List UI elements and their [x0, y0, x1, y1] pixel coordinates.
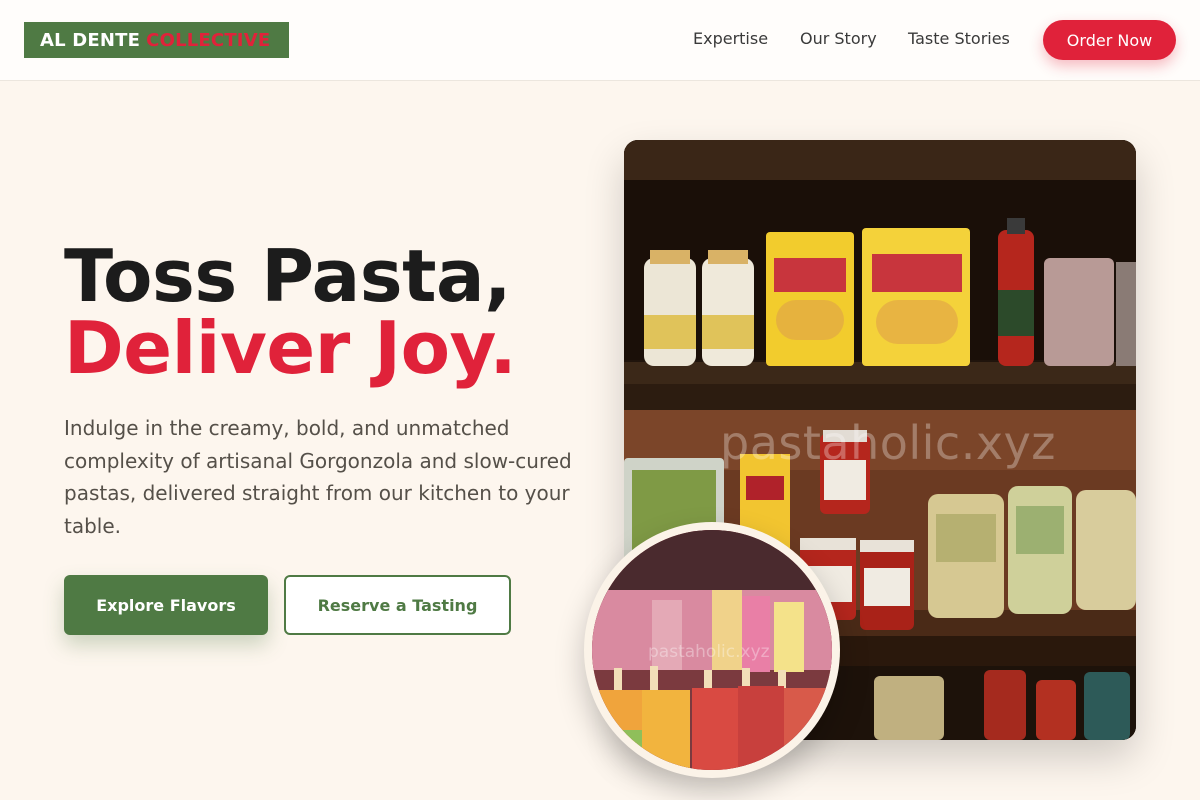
nav-link-taste-stories[interactable]: Taste Stories	[908, 29, 1010, 48]
brand-logo[interactable]: AL DENTE COLLECTIVE	[24, 22, 289, 58]
headline-line-1: Toss Pasta,	[64, 234, 511, 318]
image-watermark: pastaholic.xyz	[720, 416, 1056, 470]
inset-watermark: pastaholic.xyz	[648, 642, 770, 662]
nav-link-expertise[interactable]: Expertise	[693, 29, 768, 48]
order-now-button[interactable]: Order Now	[1043, 20, 1176, 60]
reserve-tasting-button[interactable]: Reserve a Tasting	[284, 575, 511, 635]
site-header: AL DENTE COLLECTIVE Expertise Our Story …	[0, 0, 1200, 81]
headline-line-2: Deliver Joy.	[64, 306, 517, 390]
brand-name-part1: AL DENTE	[40, 29, 141, 51]
hero-headline: Toss Pasta, Deliver Joy.	[64, 234, 517, 390]
nav-link-our-story[interactable]: Our Story	[800, 29, 877, 48]
popsicle-inset-frame: pastaholic.xyz	[584, 522, 840, 778]
hero-description: Indulge in the creamy, bold, and unmatch…	[64, 416, 572, 538]
popsicle-inset-image: pastaholic.xyz	[592, 530, 832, 770]
explore-flavors-button[interactable]: Explore Flavors	[64, 575, 268, 635]
brand-name-part2: COLLECTIVE	[146, 29, 271, 51]
